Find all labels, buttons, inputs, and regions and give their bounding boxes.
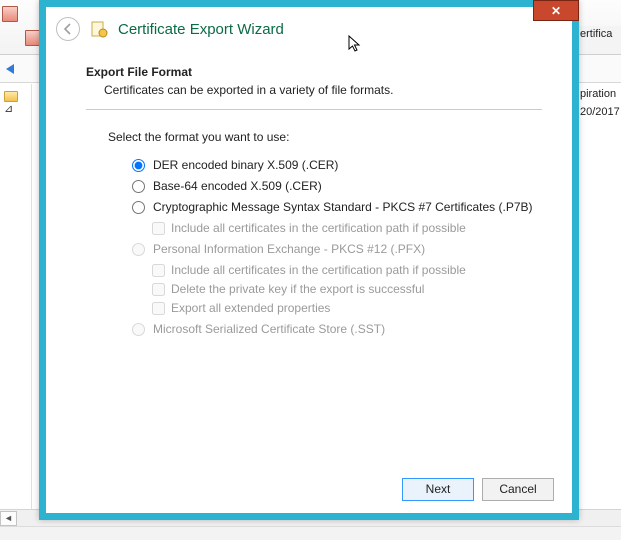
wizard-header: Certificate Export Wizard bbox=[46, 7, 572, 51]
folder-icon bbox=[4, 91, 18, 102]
certificate-icon bbox=[90, 20, 108, 38]
tree-expander[interactable]: ⊿ bbox=[4, 103, 13, 115]
option-p7b-include-label: Include all certificates in the certific… bbox=[171, 221, 466, 235]
close-icon: ✕ bbox=[551, 4, 561, 18]
format-prompt: Select the format you want to use: bbox=[108, 130, 542, 144]
back-button[interactable] bbox=[56, 17, 80, 41]
radio-base64[interactable] bbox=[132, 180, 145, 193]
format-options: DER encoded binary X.509 (.CER) Base-64 … bbox=[132, 158, 542, 336]
option-p7b-label: Cryptographic Message Syntax Standard - … bbox=[153, 200, 533, 214]
wizard-footer: Next Cancel bbox=[46, 465, 572, 513]
option-sst-label: Microsoft Serialized Certificate Store (… bbox=[153, 322, 385, 336]
option-pfx-delete-label: Delete the private key if the export is … bbox=[171, 282, 424, 296]
column-header: ertifica bbox=[576, 26, 621, 44]
checkbox-p7b-include bbox=[152, 222, 165, 235]
arrow-left-icon bbox=[62, 23, 74, 35]
option-p7b[interactable]: Cryptographic Message Syntax Standard - … bbox=[132, 200, 542, 214]
option-p7b-include: Include all certificates in the certific… bbox=[152, 221, 542, 235]
wizard-body: Export File Format Certificates can be e… bbox=[46, 51, 572, 465]
option-pfx-label: Personal Information Exchange - PKCS #12… bbox=[153, 242, 425, 256]
toolbox-icon bbox=[2, 6, 18, 22]
radio-sst bbox=[132, 323, 145, 336]
section-subtitle: Certificates can be exported in a variet… bbox=[104, 83, 542, 97]
cancel-button[interactable]: Cancel bbox=[482, 478, 554, 501]
option-pfx-include: Include all certificates in the certific… bbox=[152, 263, 542, 277]
option-pfx-delete: Delete the private key if the export is … bbox=[152, 282, 542, 296]
option-der-label: DER encoded binary X.509 (.CER) bbox=[153, 158, 338, 172]
bg-col2: piration 20/2017 bbox=[576, 84, 621, 122]
option-sst: Microsoft Serialized Certificate Store (… bbox=[132, 322, 542, 336]
option-pfx-include-label: Include all certificates in the certific… bbox=[171, 263, 466, 277]
divider bbox=[86, 109, 542, 110]
radio-pfx bbox=[132, 243, 145, 256]
back-arrow-icon[interactable] bbox=[2, 61, 18, 77]
option-pfx-ext: Export all extended properties bbox=[152, 301, 542, 315]
option-pfx-ext-label: Export all extended properties bbox=[171, 301, 330, 315]
radio-der[interactable] bbox=[132, 159, 145, 172]
next-button[interactable]: Next bbox=[402, 478, 474, 501]
checkbox-pfx-delete bbox=[152, 283, 165, 296]
option-der[interactable]: DER encoded binary X.509 (.CER) bbox=[132, 158, 542, 172]
wizard-title: Certificate Export Wizard bbox=[118, 21, 284, 38]
checkbox-pfx-ext bbox=[152, 302, 165, 315]
certificate-export-wizard: ✕ Certificate Export Wizard Export File … bbox=[39, 0, 579, 520]
checkbox-pfx-include bbox=[152, 264, 165, 277]
scroll-left-button[interactable]: ◄ bbox=[0, 511, 17, 526]
tree-panel: ⊿ bbox=[0, 84, 32, 510]
status-bar bbox=[0, 526, 621, 540]
radio-p7b[interactable] bbox=[132, 201, 145, 214]
close-button[interactable]: ✕ bbox=[533, 0, 579, 21]
section-title: Export File Format bbox=[86, 65, 542, 79]
option-base64[interactable]: Base-64 encoded X.509 (.CER) bbox=[132, 179, 542, 193]
option-pfx: Personal Information Exchange - PKCS #12… bbox=[132, 242, 542, 256]
option-base64-label: Base-64 encoded X.509 (.CER) bbox=[153, 179, 322, 193]
